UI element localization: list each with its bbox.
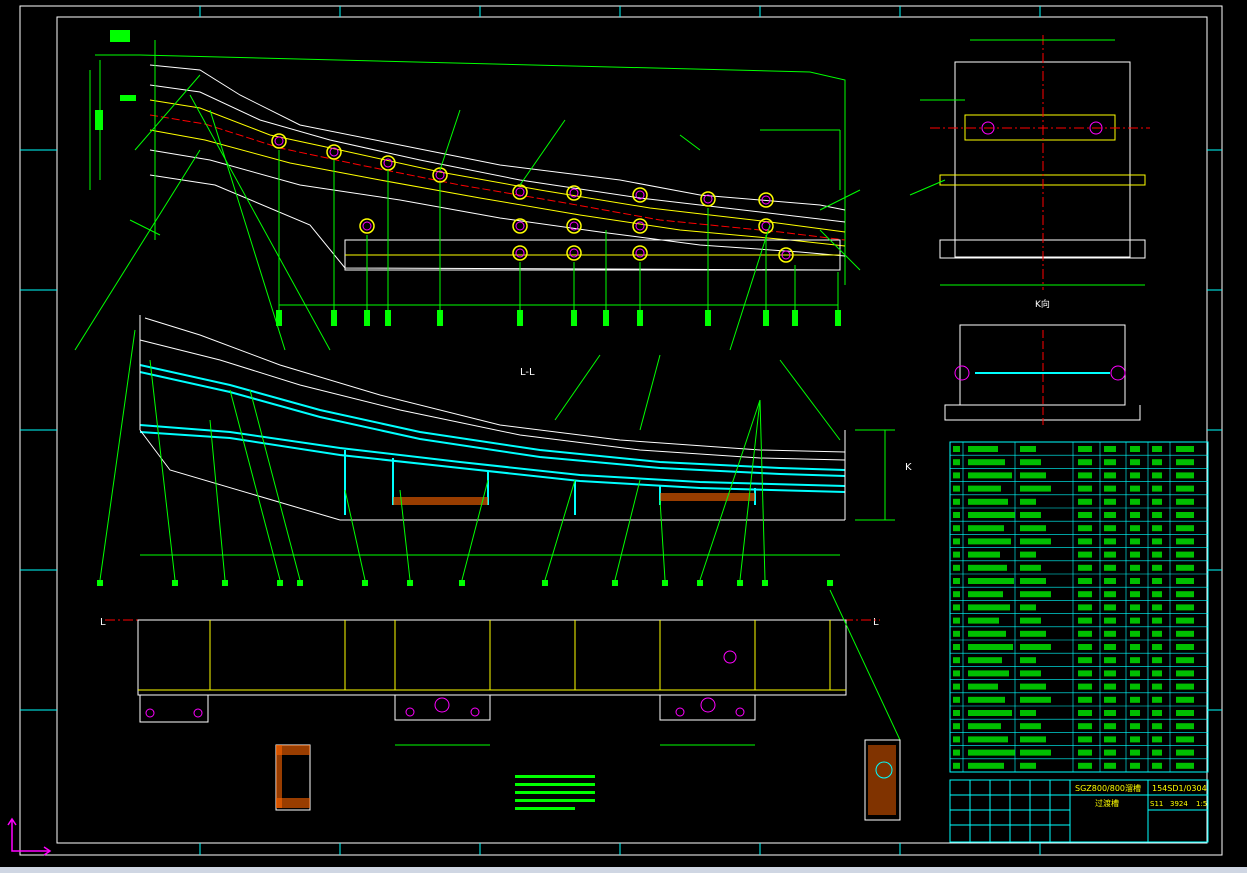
left-l-label: L xyxy=(100,617,106,628)
section-ll-label: L-L xyxy=(520,367,535,378)
title-model: SGZ800/800溜槽 xyxy=(1075,783,1141,793)
cad-drawing-canvas[interactable]: L-L K L L K向 SGZ800/800溜槽 154SD1/0304 过渡… xyxy=(0,0,1247,867)
view-k-label: K向 xyxy=(1035,298,1050,310)
title-drawing-no: 154SD1/0304 xyxy=(1152,784,1207,793)
title-sheet: S11 xyxy=(1150,800,1163,808)
title-weight: 3924 xyxy=(1170,800,1188,808)
section-k-label: K xyxy=(905,462,912,473)
ucs-axis-icon xyxy=(7,817,52,856)
right-l-label: L xyxy=(873,617,879,628)
status-bar xyxy=(0,867,1247,873)
title-part-name: 过渡槽 xyxy=(1095,798,1119,808)
title-scale: 1:5 xyxy=(1196,800,1207,808)
